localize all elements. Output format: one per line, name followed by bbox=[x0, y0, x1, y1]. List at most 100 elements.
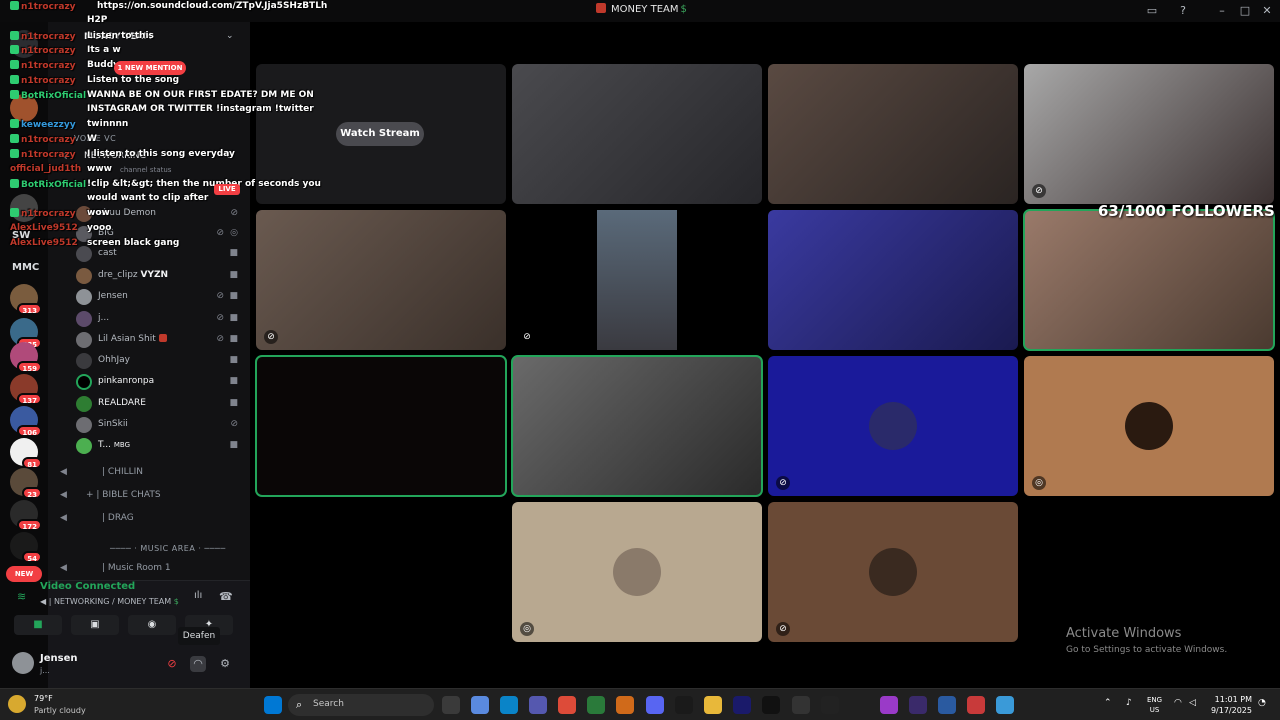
video-tile[interactable] bbox=[511, 355, 763, 497]
video-tile[interactable]: ⊘ bbox=[768, 502, 1018, 642]
app-icon[interactable] bbox=[938, 696, 956, 714]
close-button[interactable]: ✕ bbox=[1259, 3, 1275, 19]
camera-icon: ■ bbox=[229, 313, 238, 323]
server-icon[interactable]: 54 bbox=[10, 532, 42, 563]
new-unreads-pill[interactable]: NEW bbox=[6, 566, 42, 582]
microphone-icon[interactable]: ♪ bbox=[1126, 698, 1132, 708]
voice-status[interactable]: Video Connected bbox=[40, 581, 135, 592]
voice-member[interactable]: cast ■ bbox=[76, 244, 244, 264]
server-icon[interactable]: 313 bbox=[10, 284, 42, 315]
voice-member[interactable]: ebuu Demon ⊘ bbox=[76, 204, 244, 224]
video-tile[interactable] bbox=[768, 210, 1018, 350]
video-tile[interactable]: ◎ bbox=[512, 502, 762, 642]
user-name[interactable]: Jensen bbox=[40, 653, 77, 664]
signal-icon[interactable]: ≋ bbox=[17, 590, 26, 603]
voice-member[interactable]: T... MBG ■ bbox=[76, 436, 244, 456]
watch-stream-button[interactable]: Watch Stream bbox=[336, 122, 424, 146]
edge-icon[interactable] bbox=[500, 696, 518, 714]
avatar bbox=[76, 246, 92, 262]
server-name[interactable]: MONEY TEAM bbox=[84, 32, 152, 42]
help-icon[interactable]: ? bbox=[1175, 3, 1191, 19]
add-user-icon[interactable]: ⚇ bbox=[226, 151, 234, 161]
file-explorer-icon[interactable] bbox=[704, 696, 722, 714]
video-tile[interactable]: ⊘ bbox=[768, 356, 1018, 496]
voice-member[interactable]: Jensen ■ ⊘ bbox=[76, 287, 244, 307]
voice-member[interactable]: SinSkii ⊘ bbox=[76, 415, 244, 435]
chrome-icon[interactable] bbox=[558, 696, 576, 714]
new-mention-pill[interactable]: 1 NEW MENTION bbox=[114, 61, 186, 75]
video-tile[interactable]: ⊘ bbox=[1024, 64, 1274, 204]
voice-location[interactable]: ◀ | NETWORKING / MONEY TEAM $ bbox=[40, 597, 179, 606]
channel-chillin[interactable]: ◀ | CHILLIN bbox=[58, 464, 244, 482]
server-icon[interactable]: 106 bbox=[10, 406, 42, 437]
inbox-icon[interactable]: ▭ bbox=[1144, 3, 1160, 19]
wifi-icon[interactable]: ◠ bbox=[1174, 698, 1182, 708]
server-icon[interactable]: 159 bbox=[10, 342, 42, 373]
server-home[interactable] bbox=[10, 30, 38, 58]
server-icon[interactable] bbox=[10, 94, 38, 122]
notifications-icon[interactable]: ◔ bbox=[1258, 698, 1266, 708]
app-icon[interactable] bbox=[909, 696, 927, 714]
start-icon[interactable] bbox=[264, 696, 282, 714]
app-icon[interactable] bbox=[880, 696, 898, 714]
voice-member[interactable]: BIG ◎ ⊘ bbox=[76, 224, 244, 244]
app-icon[interactable] bbox=[616, 696, 634, 714]
category-music[interactable]: ──── · MUSIC AREA · ──── bbox=[110, 544, 226, 553]
discord-icon[interactable] bbox=[646, 696, 664, 714]
gear-icon[interactable]: ⚙ bbox=[217, 656, 233, 672]
minimize-button[interactable]: – bbox=[1214, 3, 1230, 19]
mute-icon[interactable]: ⊘ bbox=[164, 656, 180, 672]
camera-button[interactable]: ■ bbox=[14, 615, 62, 635]
teams-icon[interactable] bbox=[529, 696, 547, 714]
chevron-down-icon[interactable]: ⌄ bbox=[226, 31, 234, 41]
stream-tile[interactable]: Watch Stream bbox=[256, 64, 506, 204]
media-player-icon[interactable] bbox=[792, 696, 810, 714]
voice-member[interactable]: dre_clipz VYZN ■ bbox=[76, 266, 244, 286]
channel-bible-chats[interactable]: ◀ + | BIBLE CHATS bbox=[58, 487, 244, 505]
voice-member[interactable]: pinkanronpa ■ bbox=[76, 372, 244, 392]
voice-member[interactable]: j... ■ ⊘ bbox=[76, 309, 244, 329]
video-tile[interactable] bbox=[512, 64, 762, 204]
server-icon[interactable]: 172 bbox=[10, 500, 42, 531]
headphones-icon[interactable]: ◠ bbox=[190, 656, 206, 672]
capcut-icon[interactable] bbox=[821, 696, 839, 714]
premiere-icon[interactable] bbox=[733, 696, 751, 714]
language-indicator[interactable]: ENG US bbox=[1147, 695, 1162, 715]
channel-status[interactable]: channel status bbox=[120, 166, 171, 174]
noise-suppression-icon[interactable]: ılı bbox=[194, 590, 202, 601]
video-tile[interactable]: ⊘ bbox=[512, 210, 762, 350]
app-icon[interactable] bbox=[967, 696, 985, 714]
video-tile[interactable]: ◎ bbox=[1024, 356, 1274, 496]
screen-share-button[interactable]: ▣ bbox=[71, 615, 119, 635]
tiktok-icon[interactable] bbox=[762, 696, 780, 714]
chevron-up-icon[interactable]: ⌃ bbox=[1104, 698, 1112, 708]
voice-member[interactable]: REALDARE ■ bbox=[76, 394, 244, 414]
video-tile[interactable] bbox=[255, 355, 507, 497]
video-tile[interactable] bbox=[1023, 209, 1275, 351]
server-icon[interactable]: 137 bbox=[10, 374, 42, 405]
channel-music-room[interactable]: ◀ | Music Room 1 bbox=[58, 560, 244, 578]
clock[interactable]: 11:01 PM 9/17/2025 bbox=[1206, 694, 1252, 716]
taskbar-search[interactable]: ⌕ Search bbox=[288, 694, 434, 716]
video-tile[interactable] bbox=[768, 64, 1018, 204]
server-icon[interactable]: 23 bbox=[10, 468, 42, 499]
voice-member[interactable]: Lil Asian Shit ■ ⊘ bbox=[76, 330, 244, 350]
channel-drag[interactable]: ◀ | DRAG bbox=[58, 510, 244, 528]
activity-button[interactable]: ◉ bbox=[128, 615, 176, 635]
disconnect-icon[interactable]: ☎ bbox=[219, 590, 233, 603]
voice-member[interactable]: OhhJay ■ bbox=[76, 351, 244, 371]
avatar[interactable] bbox=[12, 652, 34, 674]
server-icon[interactable]: 81 bbox=[10, 438, 42, 469]
app-icon[interactable] bbox=[675, 696, 693, 714]
channel-networking[interactable]: ◀ NETWORKING ⚇ bbox=[58, 148, 244, 166]
maximize-button[interactable]: □ bbox=[1237, 3, 1253, 19]
video-tile[interactable]: ⊘ bbox=[256, 210, 506, 350]
server-icon[interactable] bbox=[10, 194, 38, 222]
app-icon[interactable] bbox=[587, 696, 605, 714]
volume-icon[interactable]: ◁ bbox=[1189, 698, 1196, 708]
task-view-icon[interactable] bbox=[442, 696, 460, 714]
copilot-icon[interactable] bbox=[471, 696, 489, 714]
app-icon[interactable] bbox=[996, 696, 1014, 714]
avatar bbox=[76, 374, 92, 390]
category-voice[interactable]: VOICE VC bbox=[74, 134, 116, 143]
